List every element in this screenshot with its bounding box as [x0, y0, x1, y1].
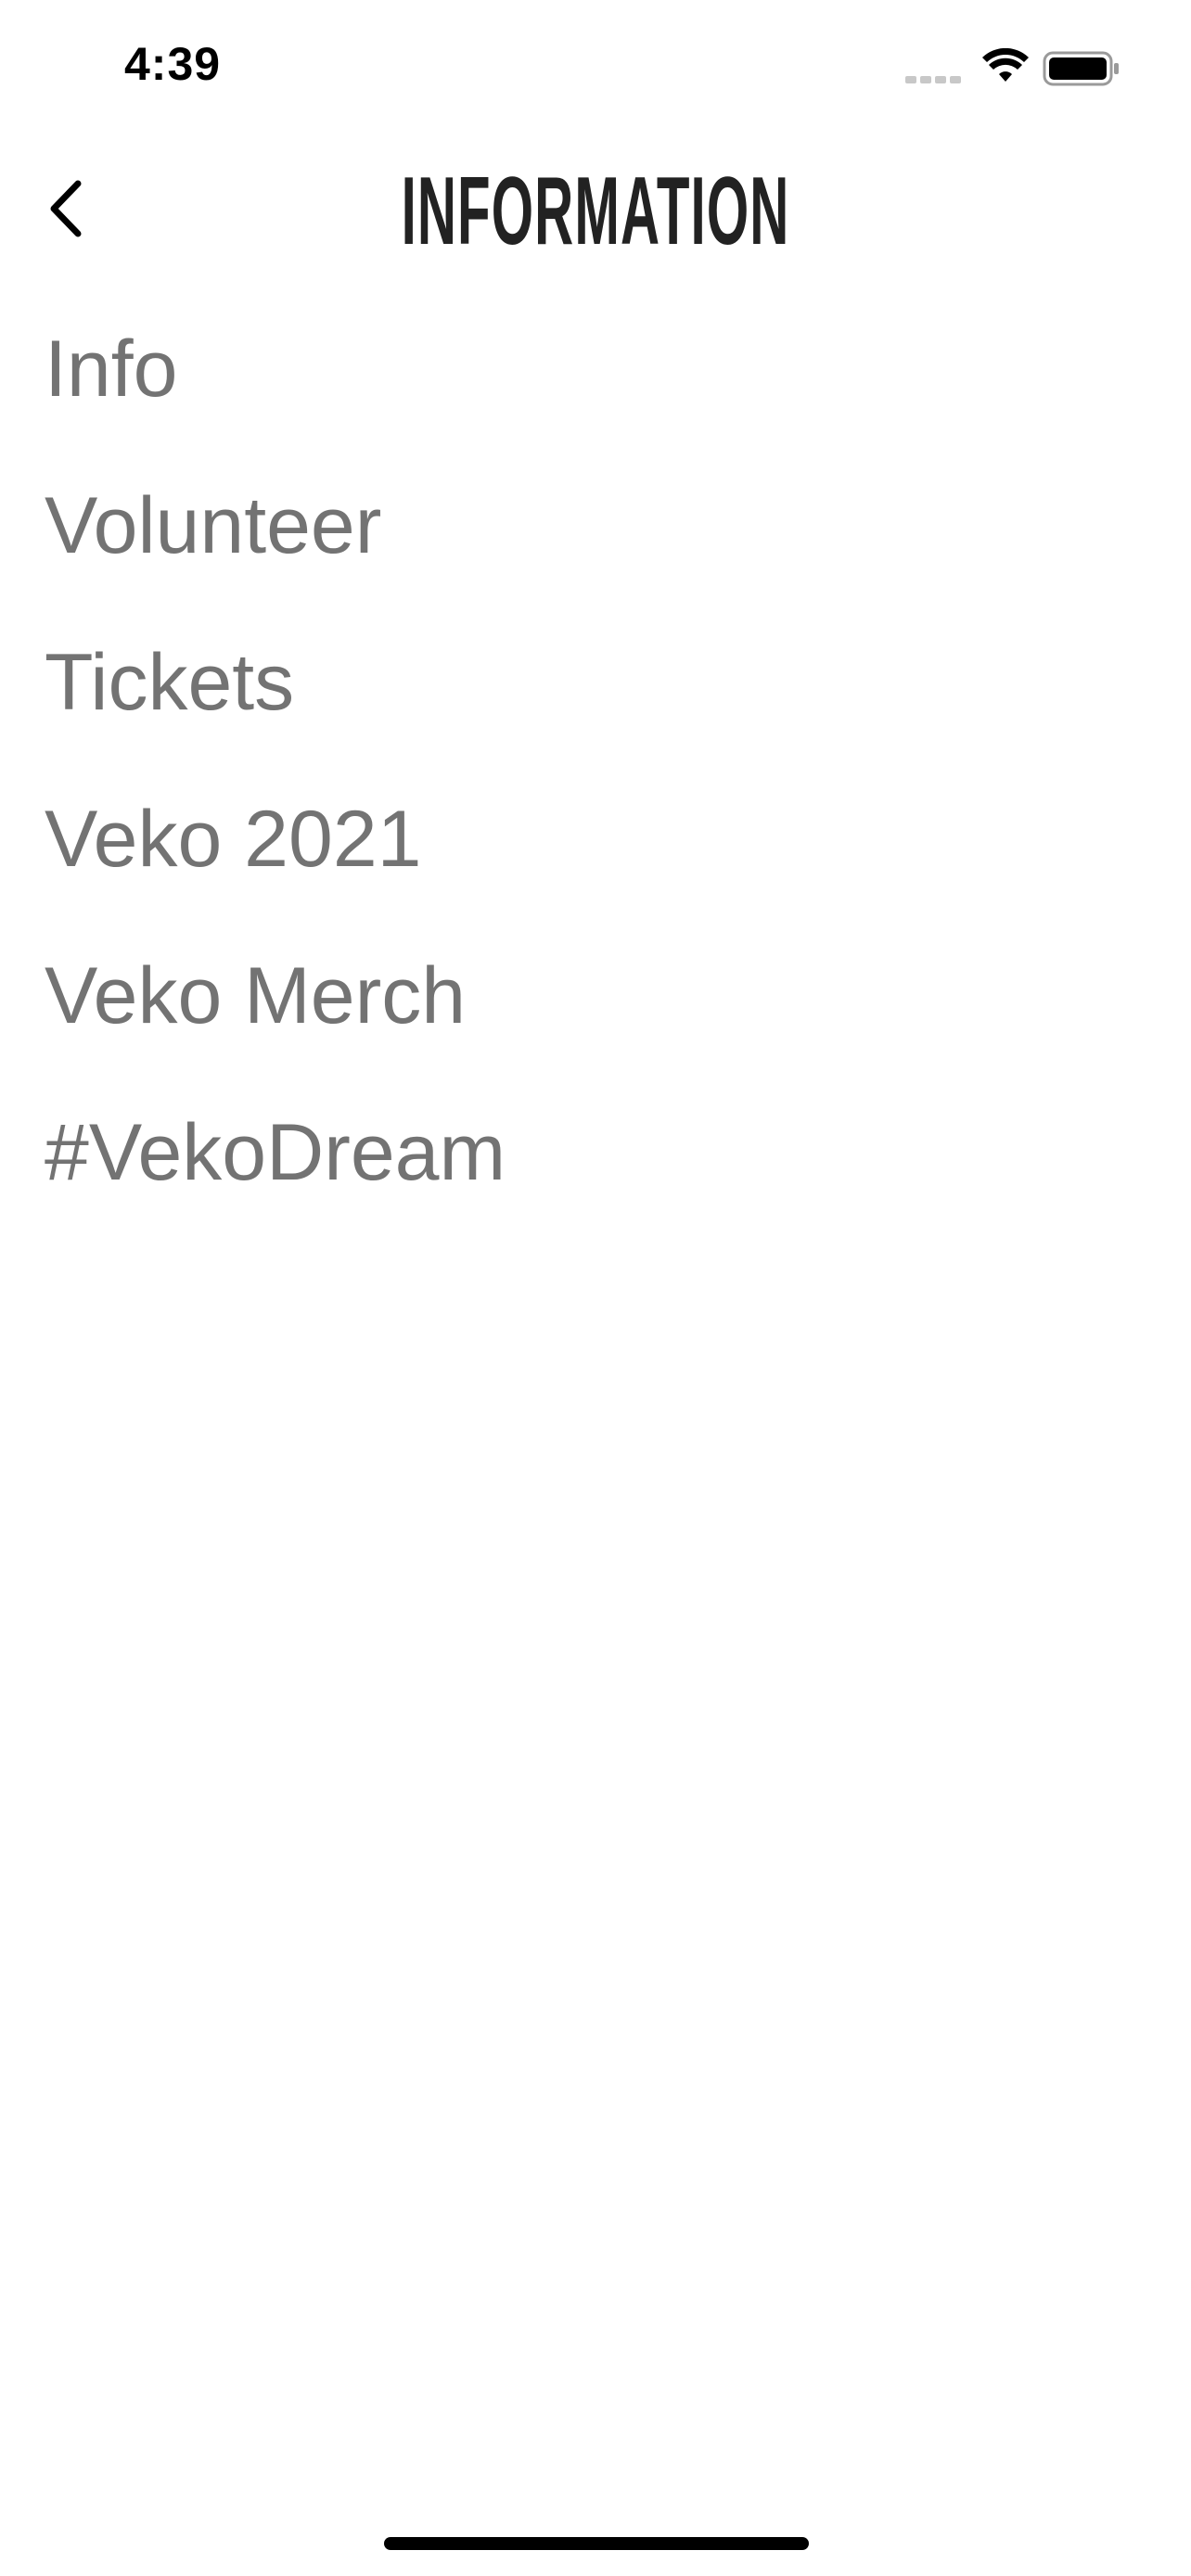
home-indicator[interactable]: [384, 2537, 809, 2550]
menu-item-volunteer[interactable]: Volunteer: [45, 470, 1146, 627]
menu-item-tickets[interactable]: Tickets: [45, 627, 1146, 784]
menu-item-veko-merch[interactable]: Veko Merch: [45, 940, 1146, 1097]
menu-item-label: Tickets: [45, 638, 295, 727]
status-bar: 4:39: [0, 0, 1191, 130]
page-title: INFORMATION: [401, 158, 790, 265]
cellular-signal-icon: [905, 76, 961, 83]
menu-item-vekodream[interactable]: #VekoDream: [45, 1097, 1146, 1254]
battery-icon: [1043, 51, 1119, 86]
chevron-left-icon: [50, 180, 82, 237]
status-time: 4:39: [124, 38, 222, 90]
menu-item-label: Veko 2021: [45, 795, 422, 884]
wifi-icon: [982, 48, 1029, 82]
menu-item-label: Veko Merch: [45, 951, 467, 1040]
menu-item-label: #VekoDream: [45, 1108, 506, 1197]
menu-item-veko-2021[interactable]: Veko 2021: [45, 784, 1146, 940]
information-menu: Info Volunteer Tickets Veko 2021 Veko Me…: [45, 313, 1146, 1254]
menu-item-info[interactable]: Info: [45, 313, 1146, 470]
menu-item-label: Volunteer: [45, 481, 382, 570]
menu-item-label: Info: [45, 325, 178, 414]
back-button[interactable]: [28, 167, 102, 250]
